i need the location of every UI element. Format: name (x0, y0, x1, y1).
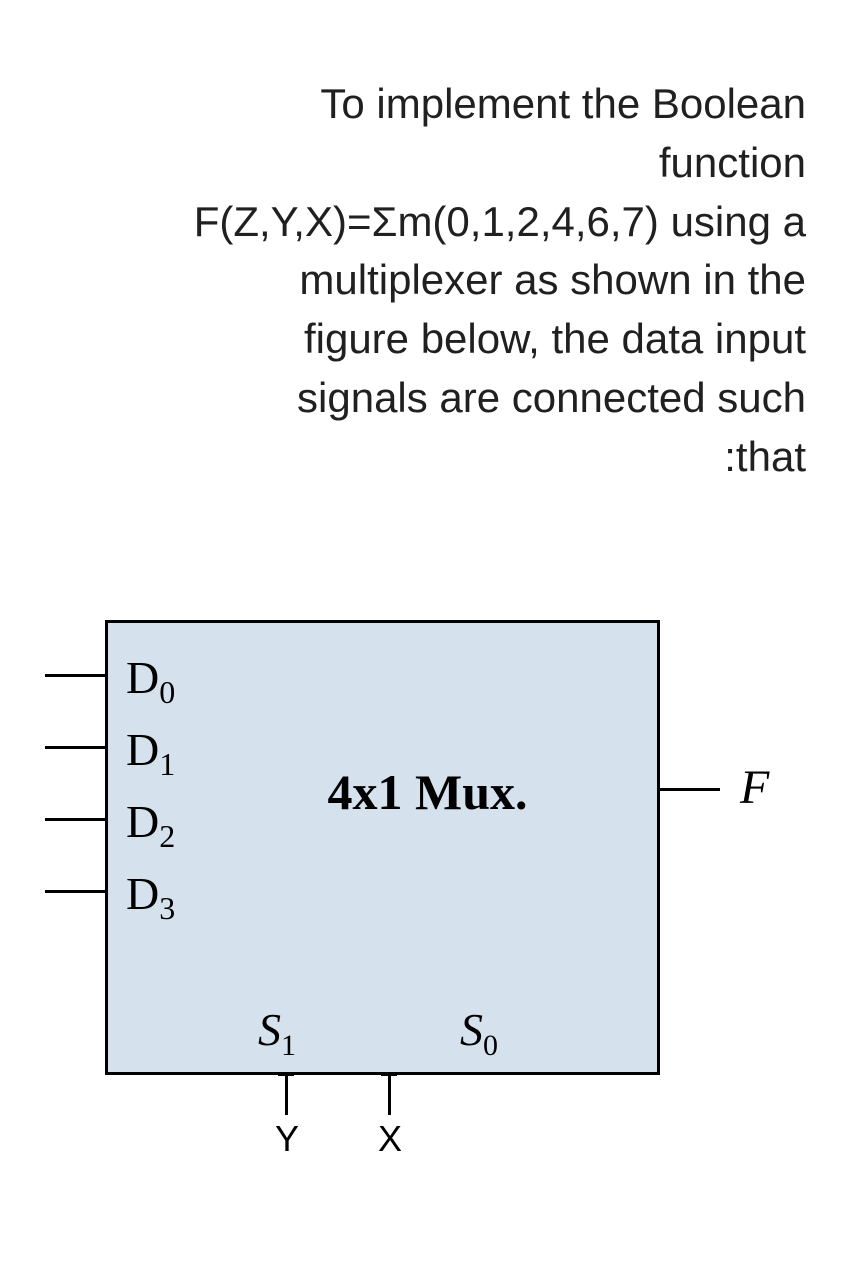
mux-diagram: D0 D1 D2 D3 4x1 Mux. S1 S0 F (0, 620, 866, 1180)
question-line: To implement the Boolean (100, 75, 806, 134)
data-input-d2: D2 (126, 785, 175, 857)
tick-s0 (381, 1073, 397, 1076)
output-label: F (740, 760, 769, 815)
data-input-d1: D1 (126, 713, 175, 785)
mux-box: D0 D1 D2 D3 4x1 Mux. S1 S0 (105, 620, 660, 1075)
question-line: function (100, 134, 806, 193)
select-line-labels: S1 S0 (258, 1003, 498, 1056)
data-input-d3: D3 (126, 857, 175, 929)
wire-s0 (388, 1075, 391, 1115)
wire-d1 (45, 746, 105, 749)
mux-title: 4x1 Mux. (228, 763, 627, 821)
wire-d3 (45, 890, 105, 893)
select-input-x: X (378, 1118, 402, 1160)
data-input-labels: D0 D1 D2 D3 (126, 641, 175, 929)
page-root: To implement the Boolean function F(Z,Y,… (0, 0, 866, 1280)
d3-label: D3 (126, 867, 175, 920)
data-input-d0: D0 (126, 641, 175, 713)
d1-label: D1 (126, 723, 175, 776)
select-input-y: Y (275, 1118, 299, 1160)
question-line: signals are connected such (100, 369, 806, 428)
question-text: To implement the Boolean function F(Z,Y,… (100, 75, 806, 487)
wire-output (660, 788, 720, 791)
s0-label: S0 (460, 1003, 498, 1056)
wire-d2 (45, 818, 105, 821)
wire-s1 (285, 1075, 288, 1115)
question-line: :that (100, 428, 806, 487)
d0-label: D0 (126, 651, 175, 704)
wire-d0 (45, 674, 105, 677)
tick-s1 (278, 1073, 294, 1076)
question-line: F(Z,Y,X)=Σm(0,1,2,4,6,7) using a (100, 193, 806, 252)
d2-label: D2 (126, 795, 175, 848)
s1-label: S1 (258, 1003, 296, 1056)
question-line: figure below, the data input (100, 310, 806, 369)
question-line: multiplexer as shown in the (100, 251, 806, 310)
